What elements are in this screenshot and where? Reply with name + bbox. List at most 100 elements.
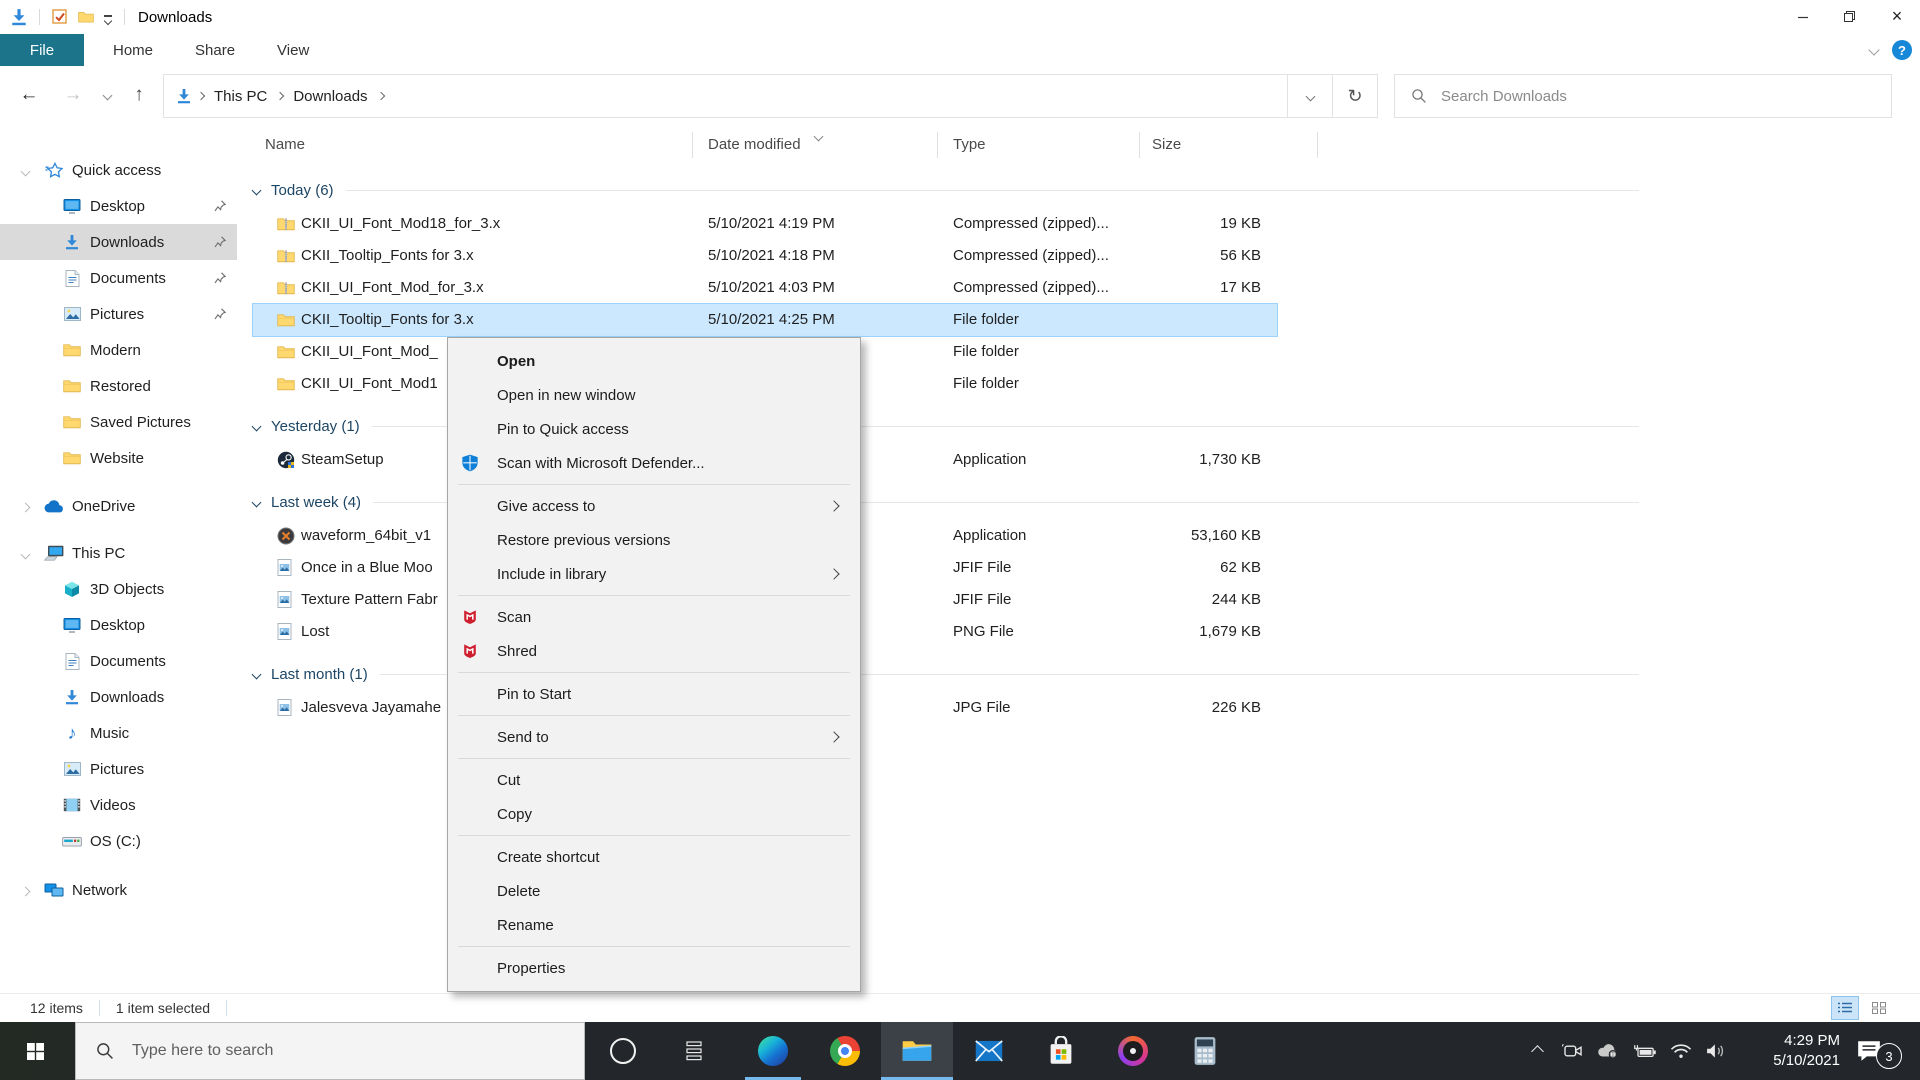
menu-item-shred[interactable]: Shred <box>448 634 860 668</box>
address-bar[interactable]: This PC Downloads ↻ <box>163 74 1378 118</box>
explorer-search-box[interactable] <box>1394 74 1892 118</box>
file-row[interactable]: CKII_UI_Font_Mod_for_3.x 5/10/2021 4:03 … <box>253 272 1277 304</box>
calculator-taskbar-button[interactable] <box>1169 1022 1241 1080</box>
sidebar-item-desktop[interactable]: Desktop <box>0 188 237 224</box>
expand-chevron-icon[interactable] <box>20 545 31 562</box>
sidebar-item-3d-objects[interactable]: 3D Objects <box>0 571 237 607</box>
menu-item-give-access-to[interactable]: Give access to <box>448 489 860 523</box>
help-button[interactable]: ? <box>1892 40 1912 60</box>
chrome-taskbar-button[interactable] <box>809 1022 881 1080</box>
column-header-name[interactable]: Name <box>265 136 305 153</box>
qat-new-folder-button[interactable] <box>73 4 99 30</box>
expand-chevron-icon[interactable] <box>20 498 31 515</box>
minimize-button[interactable] <box>1780 0 1826 33</box>
sidebar-item-website[interactable]: Website <box>0 440 237 476</box>
task-view-button[interactable] <box>665 1022 723 1080</box>
expand-chevron-icon[interactable] <box>20 162 31 179</box>
meet-now-icon[interactable] <box>1558 1022 1588 1080</box>
refresh-button[interactable]: ↻ <box>1332 75 1377 117</box>
mail-taskbar-button[interactable] <box>953 1022 1025 1080</box>
tab-view[interactable]: View <box>256 34 330 66</box>
onedrive-tray-icon[interactable] <box>1593 1022 1623 1080</box>
column-divider[interactable] <box>1139 132 1140 158</box>
column-header-date-modified[interactable]: Date modified <box>708 136 801 153</box>
sidebar-item-os-c[interactable]: OS (C:) <box>0 823 237 859</box>
column-header-size[interactable]: Size <box>1152 136 1181 153</box>
collapse-group-chevron-icon[interactable] <box>251 185 262 195</box>
up-button[interactable]: ↑ <box>124 72 154 118</box>
sidebar-item-restored[interactable]: Restored <box>0 368 237 404</box>
menu-item-restore-previous-versions[interactable]: Restore previous versions <box>448 523 860 557</box>
hidden-icons-chevron[interactable] <box>1522 1022 1552 1080</box>
column-header-type[interactable]: Type <box>953 136 986 153</box>
taskbar-search-input[interactable] <box>130 1041 464 1061</box>
sidebar-item-videos[interactable]: Videos <box>0 787 237 823</box>
large-icons-view-button[interactable] <box>1866 997 1892 1019</box>
sidebar-item-this-pc[interactable]: This PC <box>0 535 237 571</box>
start-button[interactable] <box>0 1022 70 1080</box>
column-divider[interactable] <box>937 132 938 158</box>
menu-item-scan-with-defender[interactable]: Scan with Microsoft Defender... <box>448 446 860 480</box>
sidebar-item-desktop-pc[interactable]: Desktop <box>0 607 237 643</box>
column-divider[interactable] <box>692 132 693 158</box>
file-explorer-taskbar-button[interactable] <box>881 1022 953 1080</box>
group-header-today[interactable]: Today (6) <box>251 172 1653 208</box>
sidebar-item-pictures[interactable]: Pictures <box>0 296 237 332</box>
tab-file[interactable]: File <box>0 34 84 66</box>
menu-item-rename[interactable]: Rename <box>448 908 860 942</box>
menu-item-send-to[interactable]: Send to <box>448 720 860 754</box>
menu-item-pin-to-start[interactable]: Pin to Start <box>448 677 860 711</box>
taskbar-search-box[interactable] <box>75 1022 585 1080</box>
collapse-group-chevron-icon[interactable] <box>251 497 262 507</box>
breadcrumb-downloads[interactable]: Downloads <box>289 88 371 105</box>
qat-customize-caret[interactable] <box>99 4 117 30</box>
menu-item-delete[interactable]: Delete <box>448 874 860 908</box>
tab-share[interactable]: Share <box>174 34 256 66</box>
sidebar-item-onedrive[interactable]: OneDrive <box>0 488 237 524</box>
volume-icon[interactable] <box>1701 1022 1731 1080</box>
sidebar-item-pictures-pc[interactable]: Pictures <box>0 751 237 787</box>
sidebar-item-quick-access[interactable]: Quick access <box>0 152 237 188</box>
collapse-group-chevron-icon[interactable] <box>251 669 262 679</box>
menu-item-open[interactable]: Open <box>448 344 860 378</box>
recent-locations-chevron[interactable] <box>96 72 118 118</box>
forward-button[interactable]: → <box>58 72 88 118</box>
sidebar-item-network[interactable]: Network <box>0 872 237 908</box>
battery-icon[interactable] <box>1630 1022 1660 1080</box>
collapse-group-chevron-icon[interactable] <box>251 421 262 431</box>
sidebar-item-modern[interactable]: Modern <box>0 332 237 368</box>
restore-button[interactable] <box>1826 0 1872 33</box>
menu-item-create-shortcut[interactable]: Create shortcut <box>448 840 860 874</box>
menu-item-scan[interactable]: Scan <box>448 600 860 634</box>
menu-item-cut[interactable]: Cut <box>448 763 860 797</box>
menu-item-pin-to-quick-access[interactable]: Pin to Quick access <box>448 412 860 446</box>
cortana-button[interactable] <box>594 1022 652 1080</box>
column-divider[interactable] <box>1317 132 1318 158</box>
menu-item-open-in-new-window[interactable]: Open in new window <box>448 378 860 412</box>
search-input[interactable] <box>1439 86 1823 106</box>
file-row-selected[interactable]: CKII_Tooltip_Fonts for 3.x 5/10/2021 4:2… <box>252 303 1278 337</box>
wifi-icon[interactable] <box>1666 1022 1696 1080</box>
store-taskbar-button[interactable] <box>1025 1022 1097 1080</box>
edge-taskbar-button[interactable] <box>737 1022 809 1080</box>
sidebar-item-saved-pictures[interactable]: Saved Pictures <box>0 404 237 440</box>
action-center-button[interactable]: 3 <box>1848 1022 1910 1080</box>
file-row[interactable]: CKII_Tooltip_Fonts for 3.x 5/10/2021 4:1… <box>253 240 1277 272</box>
close-button[interactable]: × <box>1874 0 1920 33</box>
qat-properties-button[interactable] <box>47 4 73 30</box>
expand-ribbon-chevron-icon[interactable] <box>1868 41 1880 59</box>
details-view-button[interactable] <box>1831 996 1859 1020</box>
menu-item-copy[interactable]: Copy <box>448 797 860 831</box>
breadcrumb-chevron-icon[interactable] <box>376 91 385 101</box>
sidebar-item-downloads[interactable]: Downloads <box>0 224 237 260</box>
sidebar-item-documents[interactable]: Documents <box>0 260 237 296</box>
sidebar-item-music[interactable]: ♪ Music <box>0 715 237 751</box>
back-button[interactable]: ← <box>14 72 44 118</box>
expand-chevron-icon[interactable] <box>20 882 31 899</box>
taskbar-clock[interactable]: 4:29 PM 5/10/2021 <box>1773 1022 1840 1080</box>
file-row[interactable]: CKII_UI_Font_Mod18_for_3.x 5/10/2021 4:1… <box>253 208 1277 240</box>
menu-item-properties[interactable]: Properties <box>448 951 860 985</box>
tab-home[interactable]: Home <box>92 34 174 66</box>
sidebar-item-downloads-pc[interactable]: Downloads <box>0 679 237 715</box>
breadcrumb-this-pc[interactable]: This PC <box>210 88 271 105</box>
